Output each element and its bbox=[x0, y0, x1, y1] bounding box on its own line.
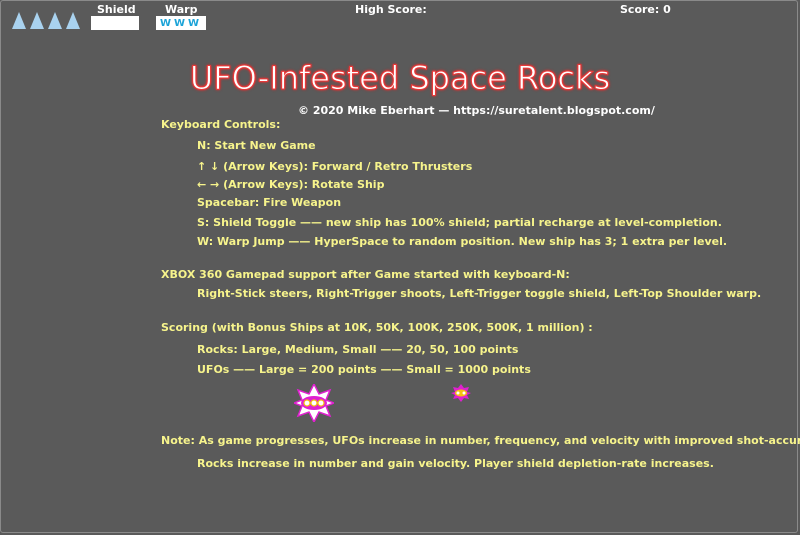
warp-label: Warp bbox=[165, 3, 198, 16]
ship-life-icon bbox=[12, 12, 26, 29]
shield-label: Shield bbox=[97, 3, 136, 16]
ship-life-icon bbox=[48, 12, 62, 29]
scoring-heading: Scoring (with Bonus Ships at 10K, 50K, 1… bbox=[161, 321, 593, 334]
control-line: ← → (Arrow Keys): Rotate Ship bbox=[197, 178, 385, 191]
control-line: W: Warp Jump —— HyperSpace to random pos… bbox=[197, 235, 728, 248]
note-line-2: Rocks increase in number and gain veloci… bbox=[197, 457, 714, 470]
keyboard-heading: Keyboard Controls: bbox=[161, 118, 281, 131]
large-ufo-icon bbox=[294, 384, 334, 422]
ship-life-icon bbox=[66, 12, 80, 29]
small-ufo-icon bbox=[451, 384, 471, 402]
warp-meter: WWW bbox=[156, 16, 206, 30]
copyright-text: © 2020 Mike Eberhart — https://suretalen… bbox=[298, 104, 655, 117]
gamepad-line: Right-Stick steers, Right-Trigger shoots… bbox=[197, 287, 762, 300]
lives-indicator bbox=[12, 12, 80, 30]
control-line: Spacebar: Fire Weapon bbox=[197, 196, 342, 209]
shield-meter bbox=[91, 16, 139, 30]
score-label: Score: 0 bbox=[620, 3, 671, 16]
gamepad-heading: XBOX 360 Gamepad support after Game star… bbox=[161, 268, 570, 281]
scoring-ufos: UFOs —— Large = 200 points —— Small = 10… bbox=[197, 363, 531, 376]
ship-life-icon bbox=[30, 12, 44, 29]
control-line: S: Shield Toggle —— new ship has 100% sh… bbox=[197, 216, 722, 229]
high-score-label: High Score: bbox=[355, 3, 427, 16]
note-line-1: Note: As game progresses, UFOs increase … bbox=[161, 434, 800, 447]
scoring-rocks: Rocks: Large, Medium, Small —— 20, 50, 1… bbox=[197, 343, 519, 356]
control-line: N: Start New Game bbox=[197, 139, 316, 152]
control-line: ↑ ↓ (Arrow Keys): Forward / Retro Thrust… bbox=[197, 160, 473, 173]
game-title: UFO-Infested Space Rocks bbox=[189, 59, 611, 98]
